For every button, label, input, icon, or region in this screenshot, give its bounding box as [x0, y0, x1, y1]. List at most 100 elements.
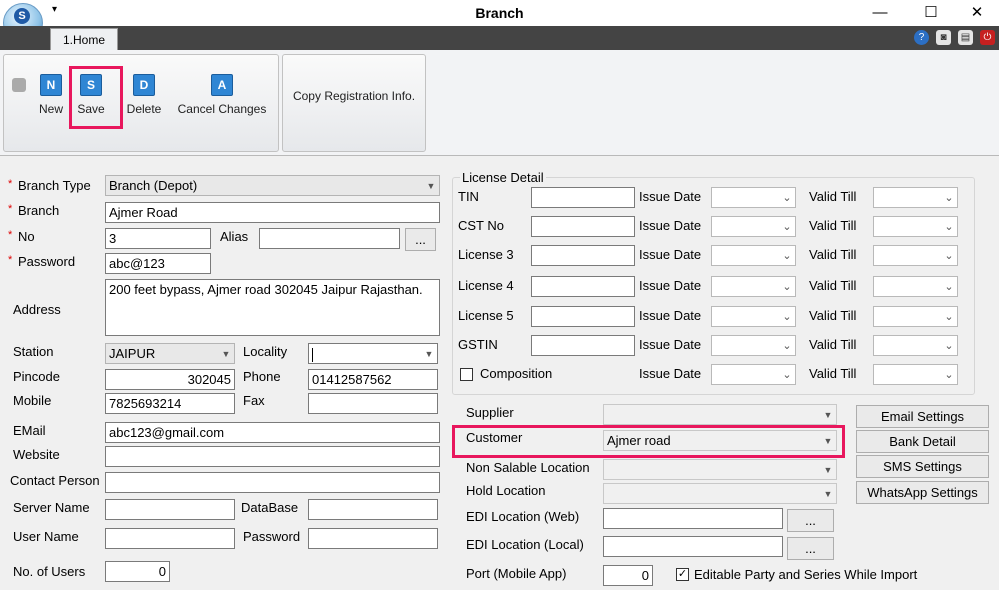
license3-valid-till-picker[interactable]: ⌄	[873, 245, 958, 266]
chevron-down-icon: ▼	[221, 349, 231, 359]
locality-select[interactable]: ▼	[308, 343, 438, 364]
contact-person-input[interactable]	[105, 472, 440, 493]
customer-select[interactable]: Ajmer road ▼	[603, 430, 837, 451]
no-input[interactable]: 3	[105, 228, 211, 249]
valid-till-label: Valid Till	[809, 247, 857, 262]
phone-input[interactable]: 01412587562	[308, 369, 438, 390]
contact-person-label: Contact Person	[10, 473, 100, 488]
chevron-down-icon: ▼	[823, 465, 833, 475]
tin-issue-date-picker[interactable]: ⌄	[711, 187, 796, 208]
alias-browse-button[interactable]: ...	[405, 228, 436, 251]
required-mark: *	[8, 229, 13, 241]
branch-type-label: Branch Type	[18, 178, 91, 193]
edi-local-input[interactable]	[603, 536, 783, 557]
server-name-label: Server Name	[13, 500, 90, 515]
license4-issue-date-picker[interactable]: ⌄	[711, 276, 796, 297]
chevron-down-icon: ⌄	[944, 281, 954, 293]
cst-no-input[interactable]	[531, 216, 635, 237]
database-input[interactable]	[308, 499, 438, 520]
sms-settings-button[interactable]: SMS Settings	[856, 455, 989, 478]
gstin-input[interactable]	[531, 335, 635, 356]
composition-issue-date-picker[interactable]: ⌄	[711, 364, 796, 385]
fax-input[interactable]	[308, 393, 438, 414]
chevron-down-icon: ⌄	[782, 311, 792, 323]
valid-till-label: Valid Till	[809, 278, 857, 293]
server-name-input[interactable]	[105, 499, 235, 520]
website-input[interactable]	[105, 446, 440, 467]
customer-value: Ajmer road	[607, 433, 671, 448]
gstin-issue-date-picker[interactable]: ⌄	[711, 335, 796, 356]
branch-type-select[interactable]: Branch (Depot) ▼	[105, 175, 440, 196]
password-input[interactable]: abc@123	[105, 253, 211, 274]
license4-valid-till-picker[interactable]: ⌄	[873, 276, 958, 297]
license5-valid-till-picker[interactable]: ⌄	[873, 306, 958, 327]
save-button[interactable]: S Save	[74, 74, 108, 116]
pincode-input[interactable]: 302045	[105, 369, 235, 390]
cancel-changes-button[interactable]: A Cancel Changes	[174, 74, 270, 116]
pincode-label: Pincode	[13, 369, 60, 384]
delete-button[interactable]: D Delete	[124, 74, 164, 116]
license-row-label: License 4	[458, 278, 514, 293]
cst-issue-date-picker[interactable]: ⌄	[711, 216, 796, 237]
lock-icon	[12, 78, 26, 92]
supplier-select[interactable]: ▼	[603, 404, 837, 425]
maximize-button[interactable]: ☐	[916, 3, 946, 23]
chevron-down-icon: ⌄	[944, 311, 954, 323]
chevron-down-icon: ▼	[823, 436, 833, 446]
edi-web-input[interactable]	[603, 508, 783, 529]
minimize-button[interactable]: —	[865, 3, 895, 23]
document-icon[interactable]: ▤	[958, 30, 973, 45]
whatsapp-settings-button[interactable]: WhatsApp Settings	[856, 481, 989, 504]
license4-input[interactable]	[531, 276, 635, 297]
gstin-valid-till-picker[interactable]: ⌄	[873, 335, 958, 356]
station-value: JAIPUR	[109, 346, 156, 361]
hold-location-select[interactable]: ▼	[603, 483, 837, 504]
tab-home[interactable]: 1.Home	[50, 28, 118, 50]
copy-registration-button[interactable]: Copy Registration Info.	[286, 89, 422, 103]
non-salable-location-select[interactable]: ▼	[603, 459, 837, 480]
port-input[interactable]: 0	[603, 565, 653, 586]
edi-web-browse-button[interactable]: ...	[787, 509, 834, 532]
composition-valid-till-picker[interactable]: ⌄	[873, 364, 958, 385]
user-name-label: User Name	[13, 529, 79, 544]
db-password-input[interactable]	[308, 528, 438, 549]
no-of-users-input[interactable]: 0	[105, 561, 170, 582]
license3-issue-date-picker[interactable]: ⌄	[711, 245, 796, 266]
license5-input[interactable]	[531, 306, 635, 327]
branch-input[interactable]: Ajmer Road	[105, 202, 440, 223]
required-mark: *	[8, 254, 13, 266]
issue-date-label: Issue Date	[639, 278, 702, 293]
station-select[interactable]: JAIPUR ▼	[105, 343, 235, 364]
help-icon[interactable]: ?	[914, 30, 929, 45]
exit-icon[interactable]: ⏻	[980, 30, 995, 45]
edi-local-browse-button[interactable]: ...	[787, 537, 834, 560]
required-mark: *	[8, 203, 13, 215]
composition-label: Composition	[480, 366, 553, 381]
editable-party-checkbox[interactable]: ✓	[676, 568, 689, 581]
no-of-users-label: No. of Users	[13, 564, 86, 579]
address-textarea[interactable]: 200 feet bypass, Ajmer road 302045 Jaipu…	[105, 279, 440, 336]
cancel-changes-label: Cancel Changes	[177, 102, 267, 116]
tin-input[interactable]	[531, 187, 635, 208]
license5-issue-date-picker[interactable]: ⌄	[711, 306, 796, 327]
station-label: Station	[13, 344, 54, 359]
support-icon[interactable]: ◙	[936, 30, 951, 45]
alias-input[interactable]	[259, 228, 400, 249]
email-settings-button[interactable]: Email Settings	[856, 405, 989, 428]
license3-input[interactable]	[531, 245, 635, 266]
text-cursor	[312, 347, 313, 362]
composition-checkbox[interactable]	[460, 368, 473, 381]
chevron-down-icon: ⌄	[782, 340, 792, 352]
chevron-down-icon: ▼	[823, 489, 833, 499]
fax-label: Fax	[243, 393, 265, 408]
new-button[interactable]: N New	[34, 74, 68, 116]
close-button[interactable]: ✕	[962, 3, 992, 23]
chevron-down-icon: ⌄	[944, 192, 954, 204]
cst-valid-till-picker[interactable]: ⌄	[873, 216, 958, 237]
tin-valid-till-picker[interactable]: ⌄	[873, 187, 958, 208]
bank-detail-button[interactable]: Bank Detail	[856, 430, 989, 453]
email-input[interactable]: abc123@gmail.com	[105, 422, 440, 443]
mobile-input[interactable]: 7825693214	[105, 393, 235, 414]
no-label: No	[18, 229, 35, 244]
user-name-input[interactable]	[105, 528, 235, 549]
